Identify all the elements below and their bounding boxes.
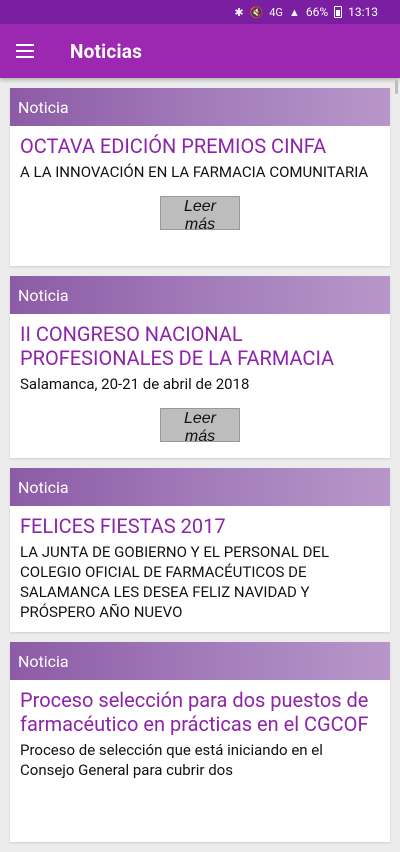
bluetooth-icon: ✱: [234, 5, 244, 19]
app-bar: Noticias: [0, 24, 400, 78]
clock: 13:13: [348, 5, 378, 19]
card-subtitle: Salamanca, 20-21 de abril de 2018: [20, 375, 250, 393]
card-header: Noticia: [10, 468, 390, 506]
card-subtitle: LA JUNTA DE GOBIERNO Y EL PERSONAL DEL C…: [20, 543, 330, 621]
news-card[interactable]: Noticia II CONGRESO NACIONAL PROFESIONAL…: [10, 276, 390, 458]
read-more-button[interactable]: Leer más: [160, 408, 240, 445]
card-subtitle: A LA INNOVACIÓN EN LA FARMACIA COMUNITAR…: [20, 163, 369, 181]
app-title: Noticias: [70, 39, 143, 63]
network-label: 4G: [269, 5, 283, 19]
card-header: Noticia: [10, 276, 390, 314]
battery-icon: [334, 6, 343, 18]
card-header: Noticia: [10, 88, 390, 126]
card-title: Proceso selección para dos puestos de fa…: [20, 688, 369, 736]
card-title: FELICES FIESTAS 2017: [20, 514, 226, 538]
card-title: II CONGRESO NACIONAL PROFESIONALES DE LA…: [20, 322, 335, 370]
status-bar: ✱ 🔇 4G ▲ 66% 13:13: [0, 0, 400, 24]
signal-icon: ▲: [288, 5, 300, 19]
news-card[interactable]: Noticia OCTAVA EDICIÓN PREMIOS CINFA A L…: [10, 88, 390, 266]
menu-icon[interactable]: [16, 39, 40, 63]
mute-icon: 🔇: [249, 5, 264, 19]
news-card[interactable]: Noticia FELICES FIESTAS 2017 LA JUNTA DE…: [10, 468, 390, 632]
news-feed: Noticia OCTAVA EDICIÓN PREMIOS CINFA A L…: [10, 88, 390, 852]
card-subtitle: Proceso de selección que está iniciando …: [20, 741, 323, 779]
card-title: OCTAVA EDICIÓN PREMIOS CINFA: [20, 134, 327, 158]
battery-percent: 66%: [305, 5, 329, 19]
read-more-button[interactable]: Leer más: [160, 196, 240, 233]
card-header: Noticia: [10, 642, 390, 680]
news-card[interactable]: Noticia Proceso selección para dos puest…: [10, 642, 390, 842]
scrollbar[interactable]: [395, 80, 398, 94]
